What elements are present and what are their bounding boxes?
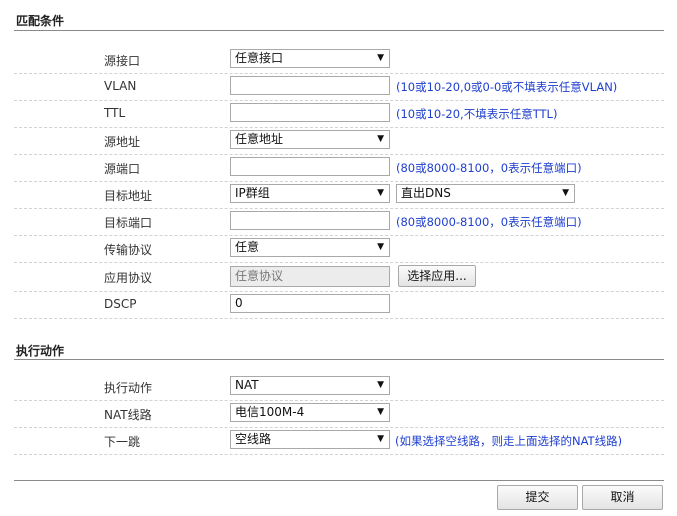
footer-divider bbox=[14, 480, 664, 481]
dst-address-group-value: 直出DNS bbox=[401, 186, 451, 200]
transport-protocol-label: 传输协议 bbox=[104, 243, 153, 257]
action-label: 执行动作 bbox=[104, 381, 153, 395]
chevron-down-icon: ▼ bbox=[377, 188, 384, 198]
src-address-select[interactable]: 任意地址 ▼ bbox=[230, 130, 390, 149]
row-src-port: 源端口 (80或8000-8100，0表示任意端口) bbox=[14, 154, 664, 182]
row-next-hop: 下一跳 空线路 ▼ (如果选择空线路，则走上面选择的NAT线路) bbox=[14, 427, 664, 455]
cancel-button[interactable]: 取消 bbox=[582, 485, 663, 510]
row-action: 执行动作 NAT ▼ bbox=[14, 373, 664, 401]
row-ttl: TTL (10或10-20,不填表示任意TTL) bbox=[14, 100, 664, 128]
vlan-label: VLAN bbox=[104, 79, 137, 93]
dst-port-label: 目标端口 bbox=[104, 216, 153, 230]
src-interface-label: 源接口 bbox=[104, 54, 141, 68]
dst-address-label: 目标地址 bbox=[104, 189, 153, 203]
match-section-divider bbox=[14, 30, 664, 31]
nat-line-label: NAT线路 bbox=[104, 408, 152, 422]
src-interface-select[interactable]: 任意接口 ▼ bbox=[230, 49, 390, 68]
vlan-input[interactable] bbox=[230, 76, 390, 95]
dst-port-input[interactable] bbox=[230, 211, 390, 230]
submit-button[interactable]: 提交 bbox=[497, 485, 578, 510]
chevron-down-icon: ▼ bbox=[377, 242, 384, 252]
dst-address-type-select[interactable]: IP群组 ▼ bbox=[230, 184, 390, 203]
dst-address-group-select[interactable]: 直出DNS ▼ bbox=[396, 184, 575, 203]
row-dst-port: 目标端口 (80或8000-8100，0表示任意端口) bbox=[14, 208, 664, 236]
transport-protocol-value: 任意 bbox=[235, 240, 260, 254]
next-hop-value: 空线路 bbox=[235, 432, 272, 446]
app-protocol-label: 应用协议 bbox=[104, 271, 153, 285]
dscp-label: DSCP bbox=[104, 297, 137, 311]
src-interface-value: 任意接口 bbox=[235, 51, 284, 65]
row-transport-protocol: 传输协议 任意 ▼ bbox=[14, 235, 664, 263]
action-value: NAT bbox=[235, 378, 259, 392]
src-address-label: 源地址 bbox=[104, 135, 141, 149]
row-app-protocol: 应用协议 任意协议 选择应用... bbox=[14, 262, 664, 292]
chevron-down-icon: ▼ bbox=[377, 380, 384, 390]
nat-line-select[interactable]: 电信100M-4 ▼ bbox=[230, 403, 390, 422]
next-hop-select[interactable]: 空线路 ▼ bbox=[230, 430, 390, 449]
match-section-title: 匹配条件 bbox=[16, 14, 65, 28]
vlan-hint: (10或10-20,0或0-0或不填表示任意VLAN) bbox=[396, 80, 618, 94]
chevron-down-icon: ▼ bbox=[562, 188, 569, 198]
src-port-input[interactable] bbox=[230, 157, 390, 176]
src-port-label: 源端口 bbox=[104, 162, 141, 176]
transport-protocol-select[interactable]: 任意 ▼ bbox=[230, 238, 390, 257]
dst-port-hint: (80或8000-8100，0表示任意端口) bbox=[396, 215, 582, 229]
app-protocol-field: 任意协议 bbox=[230, 266, 390, 287]
dscp-input[interactable]: 0 bbox=[230, 294, 390, 313]
src-port-hint: (80或8000-8100，0表示任意端口) bbox=[396, 161, 582, 175]
chevron-down-icon: ▼ bbox=[377, 434, 384, 444]
row-dscp: DSCP 0 bbox=[14, 291, 664, 319]
chevron-down-icon: ▼ bbox=[377, 53, 384, 63]
row-nat-line: NAT线路 电信100M-4 ▼ bbox=[14, 400, 664, 428]
select-app-button[interactable]: 选择应用... bbox=[398, 265, 476, 287]
action-section-divider bbox=[14, 359, 664, 360]
next-hop-hint: (如果选择空线路，则走上面选择的NAT线路) bbox=[395, 434, 623, 448]
row-dst-address: 目标地址 IP群组 ▼ 直出DNS ▼ bbox=[14, 181, 664, 209]
row-src-interface: 源接口 任意接口 ▼ bbox=[14, 46, 664, 74]
chevron-down-icon: ▼ bbox=[377, 134, 384, 144]
ttl-label: TTL bbox=[104, 106, 126, 120]
src-address-value: 任意地址 bbox=[235, 132, 284, 146]
dst-address-type-value: IP群组 bbox=[235, 186, 270, 200]
row-vlan: VLAN (10或10-20,0或0-0或不填表示任意VLAN) bbox=[14, 73, 664, 101]
action-section-title: 执行动作 bbox=[16, 344, 65, 358]
row-src-address: 源地址 任意地址 ▼ bbox=[14, 127, 664, 155]
ttl-hint: (10或10-20,不填表示任意TTL) bbox=[396, 107, 558, 121]
chevron-down-icon: ▼ bbox=[377, 407, 384, 417]
action-select[interactable]: NAT ▼ bbox=[230, 376, 390, 395]
ttl-input[interactable] bbox=[230, 103, 390, 122]
next-hop-label: 下一跳 bbox=[104, 435, 141, 449]
nat-line-value: 电信100M-4 bbox=[235, 405, 305, 419]
